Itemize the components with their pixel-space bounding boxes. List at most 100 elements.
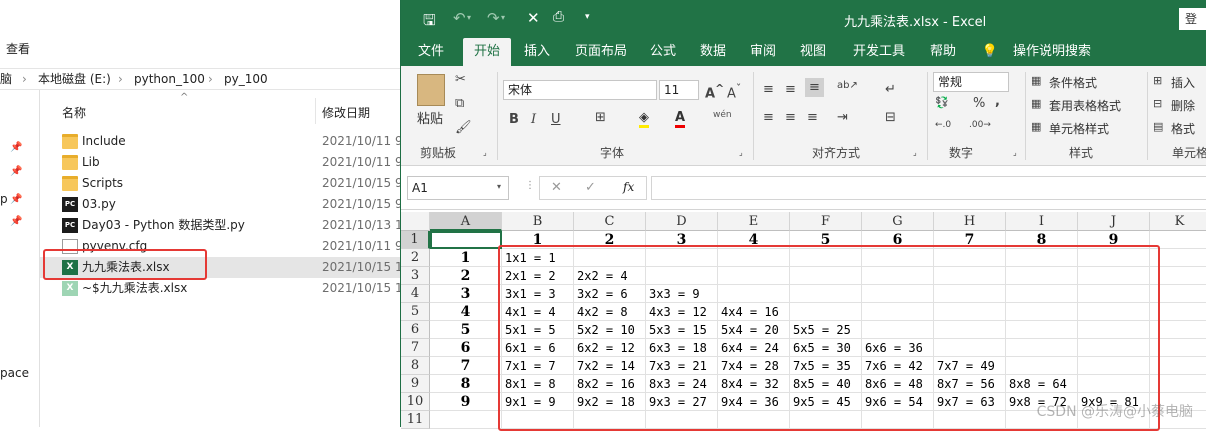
close-doc-icon[interactable]: ✕ [527,9,540,27]
cell-A1[interactable] [430,231,502,249]
grow-font-icon[interactable]: A^ [705,82,724,101]
format-button[interactable]: 格式 [1171,120,1195,137]
customize-qat-icon[interactable]: ▾ [585,12,590,22]
underline-button[interactable]: U [551,112,561,127]
border-icon[interactable]: ⊞ [595,110,606,125]
shrink-font-icon[interactable]: Aˇ [727,82,741,101]
row-header-7[interactable]: 7 [401,339,430,357]
chevron-down-icon[interactable]: ▾ [497,182,501,191]
dialog-launcher-icon[interactable]: ⌟ [739,148,743,157]
view-menu[interactable]: 查看 [6,40,30,57]
row-header-1[interactable]: 1 [401,231,430,249]
row-header-4[interactable]: 4 [401,285,430,303]
fill-color-icon[interactable]: ◈ [639,110,649,128]
row-header-10[interactable]: 10 [401,393,430,411]
italic-button[interactable]: I [531,112,536,127]
undo-icon[interactable]: ↶ [453,9,466,27]
format-painter-icon[interactable]: 🖌 [455,120,472,135]
align-center-icon[interactable]: ≡ [785,110,796,125]
cell-A8[interactable]: 7 [430,357,502,375]
cell-A6[interactable]: 5 [430,321,502,339]
breadcrumb-drive[interactable]: 本地磁盘 (E:) [38,69,111,89]
row-header-2[interactable]: 2 [401,249,430,267]
dialog-launcher-icon[interactable]: ⌟ [913,148,917,157]
tab-data[interactable]: 数据 [695,38,731,66]
align-bottom-icon[interactable]: ≡ [805,78,824,97]
column-divider[interactable] [315,98,316,124]
conditional-format-button[interactable]: 条件格式 [1049,74,1097,91]
merge-center-icon[interactable]: ⊟ [885,110,896,125]
cell-A10[interactable]: 9 [430,393,502,411]
align-left-icon[interactable]: ≡ [763,110,774,125]
cut-icon[interactable]: ✂ [455,72,466,87]
name-box[interactable]: A1 [407,176,509,200]
row-header-6[interactable]: 6 [401,321,430,339]
file-row[interactable]: Scripts 2021/10/15 9 [40,173,403,194]
align-top-icon[interactable]: ≡ [763,82,774,97]
chevron-down-icon[interactable]: ▾ [501,13,505,22]
paste-icon[interactable] [417,74,445,106]
insert-function-button[interactable]: fx [623,180,634,194]
breadcrumb-computer[interactable]: 脑 [0,69,12,89]
column-header-K[interactable]: K [1150,212,1206,231]
column-header-I[interactable]: I [1006,212,1078,231]
column-header-E[interactable]: E [718,212,790,231]
enter-icon[interactable]: ✓ [585,180,596,195]
nav-item-partial[interactable]: p [0,192,8,206]
tab-home[interactable]: 开始 [463,38,511,66]
insert-button[interactable]: 插入 [1171,74,1195,91]
cell-A4[interactable]: 3 [430,285,502,303]
formula-input[interactable] [651,176,1206,200]
cell-A7[interactable]: 6 [430,339,502,357]
cell-styles-button[interactable]: 单元格样式 [1049,120,1109,137]
delete-button[interactable]: 删除 [1171,97,1195,114]
orientation-icon[interactable]: ab↗ [837,80,858,91]
column-header-J[interactable]: J [1078,212,1150,231]
column-header-C[interactable]: C [574,212,646,231]
cell-A2[interactable]: 1 [430,249,502,267]
column-date[interactable]: 修改日期 [322,104,370,121]
column-header-F[interactable]: F [790,212,862,231]
percent-button[interactable]: % [973,96,985,111]
cell-A9[interactable]: 8 [430,375,502,393]
font-size-box[interactable]: 11 [659,80,699,100]
column-name[interactable]: 名称 [62,104,86,121]
tab-formulas[interactable]: 公式 [645,38,681,66]
font-name-box[interactable]: 宋体 [503,80,657,100]
cancel-icon[interactable]: ✕ [551,180,562,195]
file-row[interactable]: X ~$九九乘法表.xlsx 2021/10/15 1 [40,278,403,299]
breadcrumb-folder[interactable]: python_100 [134,69,205,89]
decrease-decimal-icon[interactable]: .00→ [969,120,991,130]
align-middle-icon[interactable]: ≡ [785,82,796,97]
row-header-8[interactable]: 8 [401,357,430,375]
cell-A5[interactable]: 4 [430,303,502,321]
select-all-corner[interactable] [401,212,430,231]
copy-icon[interactable]: ⧉ [455,96,464,111]
print-preview-icon[interactable]: ⎙ [553,9,564,25]
redo-icon[interactable]: ↷ [487,9,500,27]
worksheet-grid[interactable]: ABCDEFGHIJK 1 2 3 4 5 6 7 8 9 10 11 1 2 3 4 5 6 7 8 9 1 1x1 … [401,212,1206,431]
cell-A3[interactable]: 2 [430,267,502,285]
currency-icon[interactable]: 💱 [935,96,949,109]
address-bar[interactable]: 脑 › 本地磁盘 (E:) › python_100 › py_100 [0,68,400,90]
tab-insert[interactable]: 插入 [517,38,557,66]
row-header-9[interactable]: 9 [401,375,430,393]
login-button[interactable]: 登 [1179,8,1206,30]
column-header-A[interactable]: A [430,212,502,231]
tab-developer[interactable]: 开发工具 [847,38,911,66]
number-format-box[interactable]: 常规 [933,72,1009,92]
file-row[interactable]: Lib 2021/10/11 9 [40,152,403,173]
tab-review[interactable]: 审阅 [745,38,781,66]
format-as-table-button[interactable]: 套用表格格式 [1049,97,1121,114]
file-row[interactable]: PC 03.py 2021/10/15 9 [40,194,403,215]
comma-button[interactable]: , [995,94,1000,109]
tell-me-search[interactable]: 操作说明搜索 [1007,38,1097,66]
chevron-down-icon[interactable]: ▾ [467,13,471,22]
breadcrumb-subfolder[interactable]: py_100 [224,69,268,89]
dialog-launcher-icon[interactable]: ⌟ [483,148,487,157]
nav-item-partial[interactable]: pace [0,366,29,380]
indent-icon[interactable]: ⇥ [837,110,848,125]
tab-page-layout[interactable]: 页面布局 [569,38,633,66]
column-header-B[interactable]: B [502,212,574,231]
file-row[interactable]: Include 2021/10/11 9 [40,131,403,152]
